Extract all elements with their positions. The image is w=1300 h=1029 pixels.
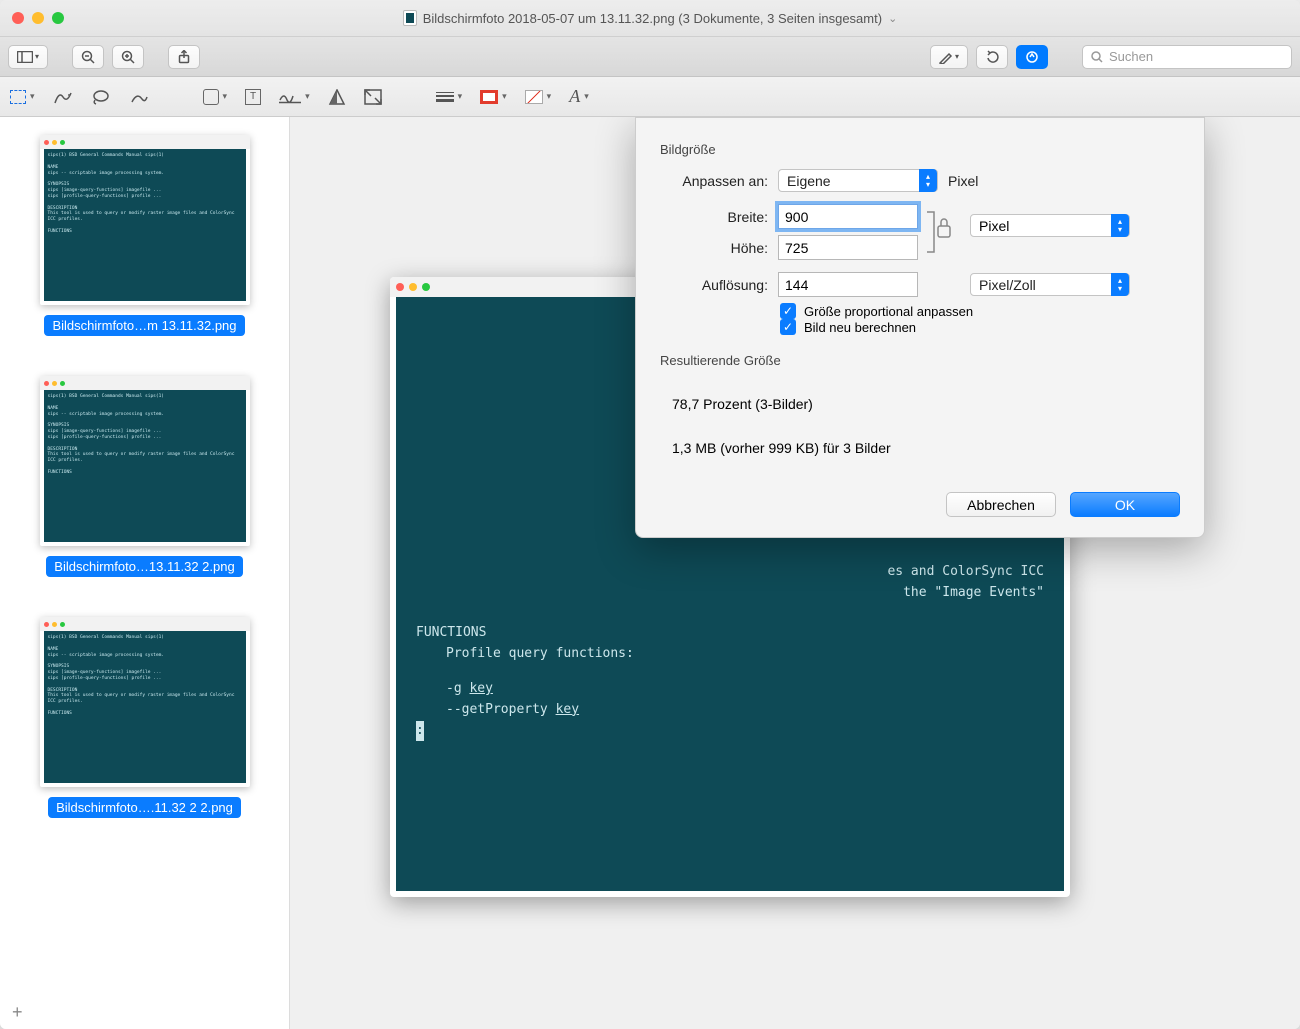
thumbnail-label: Bildschirmfoto…m 13.11.32.png (44, 315, 244, 336)
height-input[interactable] (778, 235, 918, 260)
thumbnail-image: sips(1) BSD General Commands Manual sips… (40, 617, 250, 787)
width-label: Breite: (660, 209, 768, 225)
thumbnail[interactable]: sips(1) BSD General Commands Manual sips… (12, 135, 277, 336)
stepper-icon (919, 169, 937, 192)
pen-tool[interactable] (129, 89, 149, 105)
result-percent: 78,7 Prozent (3-Bilder) (672, 390, 1168, 418)
thumbnail[interactable]: sips(1) BSD General Commands Manual sips… (12, 617, 277, 818)
thumbnail-image: sips(1) BSD General Commands Manual sips… (40, 376, 250, 546)
checkbox-checked-icon: ✓ (780, 303, 796, 319)
sidebar-toggle-button[interactable]: ▾ (8, 45, 48, 69)
chevron-down-icon: ▾ (502, 91, 507, 102)
selection-tool[interactable]: ▾ (10, 90, 35, 104)
chevron-down-icon[interactable]: ⌄ (888, 12, 897, 25)
lock-aspect-icon[interactable] (920, 206, 960, 258)
chevron-down-icon: ▾ (955, 52, 959, 61)
chevron-down-icon: ▾ (35, 52, 39, 61)
stepper-icon (1111, 214, 1129, 237)
resolution-unit-select[interactable]: Pixel/Zoll (970, 273, 1130, 296)
sign-tool[interactable]: ▾ (279, 90, 310, 104)
add-page-button[interactable]: + (12, 1002, 23, 1023)
zoom-out-button[interactable] (72, 45, 104, 69)
chevron-down-icon: ▾ (458, 91, 463, 102)
shape-icon (203, 89, 219, 105)
scale-proportionally-checkbox[interactable]: ✓ Größe proportional anpassen (780, 303, 1180, 319)
fill-color-icon (525, 90, 543, 104)
shapes-tool[interactable]: ▾ (203, 89, 228, 105)
chevron-down-icon: ▾ (30, 91, 35, 102)
font-style-tool[interactable]: A▾ (569, 86, 589, 107)
dimension-unit-select[interactable]: Pixel (970, 214, 1130, 237)
share-button[interactable] (168, 45, 200, 69)
minimize-window-icon[interactable] (32, 12, 44, 24)
thumbnail-label: Bildschirmfoto….11.32 2 2.png (48, 797, 241, 818)
fit-unit-label: Pixel (948, 173, 978, 189)
height-label: Höhe: (660, 240, 768, 256)
stroke-color-icon (480, 90, 498, 104)
stroke-color-tool[interactable]: ▾ (480, 90, 507, 104)
zoom-in-button[interactable] (112, 45, 144, 69)
line-style-tool[interactable]: ▾ (436, 91, 463, 102)
chevron-down-icon: ▾ (584, 91, 589, 102)
thumbnail-label: Bildschirmfoto…13.11.32 2.png (46, 556, 242, 577)
fill-color-tool[interactable]: ▾ (525, 90, 552, 104)
width-input[interactable] (778, 204, 918, 229)
fit-into-select[interactable]: Eigene (778, 169, 938, 192)
rotate-button[interactable] (976, 45, 1008, 69)
line-style-icon (436, 92, 454, 102)
ok-button[interactable]: OK (1070, 492, 1180, 517)
search-placeholder: Suchen (1109, 49, 1153, 64)
document-icon (403, 10, 417, 26)
instant-alpha-tool[interactable] (53, 89, 73, 105)
titlebar: Bildschirmfoto 2018-05-07 um 13.11.32.pn… (0, 0, 1300, 37)
search-input[interactable]: Suchen (1082, 45, 1292, 69)
window-title: Bildschirmfoto 2018-05-07 um 13.11.32.pn… (0, 10, 1300, 26)
thumbnail-image: sips(1) BSD General Commands Manual sips… (40, 135, 250, 305)
adjust-size-tool[interactable] (364, 89, 382, 105)
main-toolbar: ▾ ▾ Suchen (0, 37, 1300, 77)
fit-into-label: Anpassen an: (660, 173, 768, 189)
window-title-text: Bildschirmfoto 2018-05-07 um 13.11.32.pn… (423, 11, 882, 26)
result-filesize: 1,3 MB (vorher 999 KB) für 3 Bilder (672, 434, 1168, 462)
adjust-color-tool[interactable] (328, 89, 346, 105)
text-icon: T (245, 89, 261, 105)
window: Bildschirmfoto 2018-05-07 um 13.11.32.pn… (0, 0, 1300, 1029)
resample-image-checkbox[interactable]: ✓ Bild neu berechnen (780, 319, 1180, 335)
cancel-button[interactable]: Abbrechen (946, 492, 1056, 517)
text-tool[interactable]: T (245, 89, 261, 105)
highlight-button[interactable]: ▾ (930, 45, 968, 69)
content-area: sips(1) BSD General Commands Manual sips… (0, 117, 1300, 1029)
maximize-window-icon[interactable] (52, 12, 64, 24)
selection-icon (10, 90, 26, 104)
chevron-down-icon: ▾ (547, 91, 552, 102)
canvas-area: sips(1) es and ColorSync ICC the "Image … (290, 117, 1300, 1029)
font-icon: A (569, 86, 580, 107)
image-size-dialog: Bildgröße Anpassen an: Eigene Pixel Brei… (635, 117, 1205, 538)
checkbox-checked-icon: ✓ (780, 319, 796, 335)
chevron-down-icon: ▾ (305, 91, 310, 102)
stepper-icon (1111, 273, 1129, 296)
thumbnail-sidebar: sips(1) BSD General Commands Manual sips… (0, 117, 290, 1029)
resolution-input[interactable] (778, 272, 918, 297)
lasso-tool[interactable] (91, 89, 111, 105)
traffic-lights (12, 12, 64, 24)
resolution-label: Auflösung: (660, 277, 768, 293)
chevron-down-icon: ▾ (223, 91, 228, 102)
thumbnail[interactable]: sips(1) BSD General Commands Manual sips… (12, 376, 277, 577)
markup-toolbar: ▾ ▾ T ▾ ▾ ▾ ▾ A▾ (0, 77, 1300, 117)
dialog-heading: Bildgröße (660, 142, 1180, 157)
resulting-size-heading: Resultierende Größe (660, 353, 1180, 368)
close-window-icon[interactable] (12, 12, 24, 24)
markup-button[interactable] (1016, 45, 1048, 69)
